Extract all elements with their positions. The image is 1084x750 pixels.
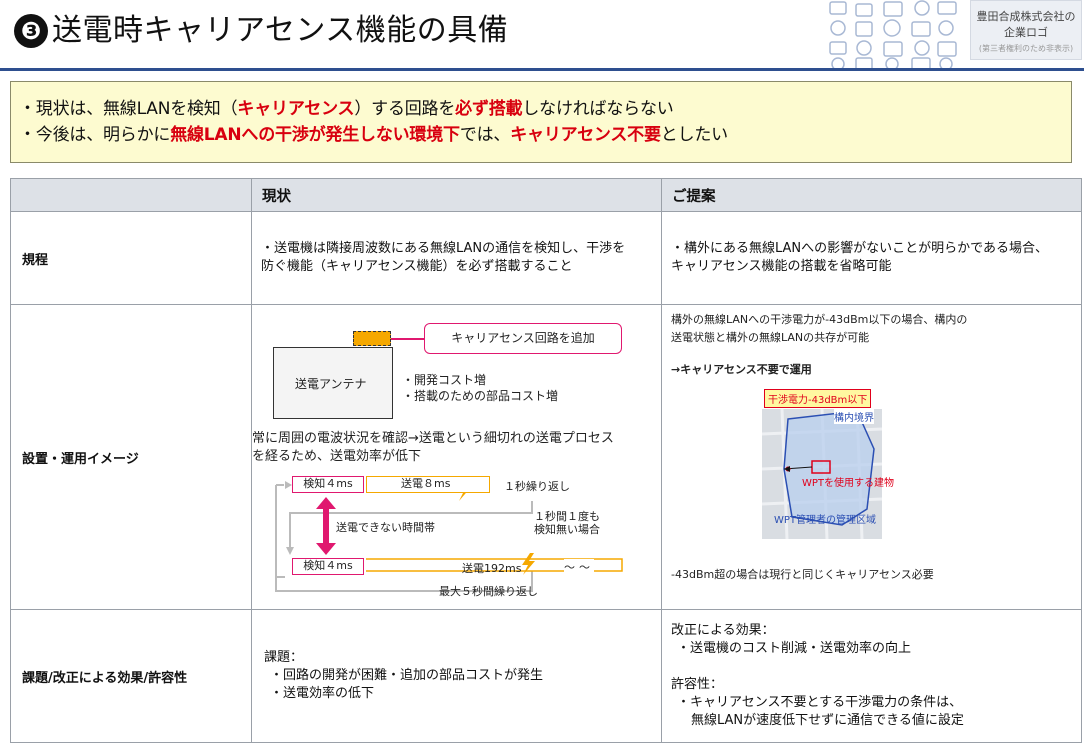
summary-box: ・現状は、無線LANを検知（キャリアセンス）する回路を必ず搭載しなければならない… (10, 81, 1072, 163)
efficiency-desc-1: 常に周囲の電波状況を確認→送電という細切れの送電プロセス (252, 431, 614, 446)
table-header-row: 現状 ご提案 (10, 178, 1082, 212)
install-proposal-arrow: →キャリアセンス不要で運用 (671, 363, 812, 376)
callout-connector (391, 338, 424, 340)
no-send-period-label: 送電できない時間帯 (336, 521, 435, 534)
map-area-label: WPT管理者の管理区域 (774, 515, 877, 526)
table-row-install: 設置・運用イメージ 送電アンテナ キャリアセンス回路を追加 ・開発コスト増 ・搭… (10, 304, 1082, 610)
break-mark: 〜〜 (564, 559, 594, 575)
install-proposal-text-1: 構外の無線LANへの干渉電力が-43dBm以下の場合、構内の (671, 313, 968, 326)
row-label-install: 設置・運用イメージ (10, 304, 252, 610)
map-boundary-label: 構内境界 (834, 409, 874, 424)
page-title: 送電時キャリアセンス機能の具備 (52, 13, 509, 48)
carrier-sense-module (353, 331, 391, 346)
install-proposal-text-2: 送電状態と構外の無線LANの共存が可能 (671, 331, 870, 344)
summary-line-1: ・現状は、無線LANを検知（キャリアセンス）する回路を必ず搭載しなければならない (19, 99, 674, 119)
table-row-regulation: 規程 ・送電機は隣接周波数にある無線LANの通信を検知し、干渉を 防ぐ機能（キャ… (10, 211, 1082, 305)
table-header-empty (10, 178, 252, 212)
decorative-icons (829, 0, 957, 71)
regulation-proposal-cell: ・構外にある無線LANへの影響がないことが明らかである場合、 キャリアセンス機能… (661, 211, 1082, 305)
detect-4ms-box-2: 検知４ms (292, 558, 364, 575)
issues-current-cell: 課題： ・回路の開発が困難・追加の部品コストが発生 ・送電効率の低下 (251, 609, 662, 743)
cost-note-1: ・開発コスト増 (402, 373, 487, 387)
issues-proposal-cell: 改正による効果： ・送電機のコスト削減・送電効率の向上 許容性： ・キャリアセン… (661, 609, 1082, 743)
cost-note-2: ・搭載のための部品コスト増 (402, 389, 559, 403)
logo-line2: 企業ロゴ (1004, 26, 1048, 39)
title-number-badge: ❸ (14, 14, 48, 48)
add-circuit-callout: キャリアセンス回路を追加 (424, 323, 622, 354)
header-divider (0, 68, 1084, 71)
row-label-issues: 課題/改正による効果/許容性 (10, 609, 252, 743)
detect-4ms-box-1: 検知４ms (292, 476, 364, 493)
logo-note: (第三者権利のため非表示) (978, 44, 1074, 53)
map-building-label: WPTを使用する建物 (802, 478, 895, 489)
comparison-table: 現状 ご提案 規程 ・送電機は隣接周波数にある無線LANの通信を検知し、干渉を … (10, 178, 1082, 743)
send-192ms-label: 送電192ms (462, 562, 522, 575)
install-current-cell: 送電アンテナ キャリアセンス回路を追加 ・開発コスト増 ・搭載のための部品コスト… (251, 304, 662, 610)
column-header-current: 現状 (251, 178, 662, 212)
company-logo-placeholder: 豊田合成株式会社の 企業ロゴ (第三者権利のため非表示) (970, 0, 1082, 60)
install-proposal-cell: 構外の無線LANへの干渉電力が-43dBm以下の場合、構内の 送電状態と構外の無… (661, 304, 1082, 610)
summary-line-2: ・今後は、明らかに無線LANへの干渉が発生しない環境下では、キャリアセンス不要と… (19, 125, 728, 145)
map-interference-label: 干渉電力-43dBm以下 (764, 389, 872, 408)
repeat-1s-label: １秒繰り返し (504, 480, 570, 493)
repeat-5s-label: 最大５秒間繰り返し (439, 585, 538, 598)
no-detect-note-2: 検知無い場合 (534, 523, 600, 536)
regulation-current-cell: ・送電機は隣接周波数にある無線LANの通信を検知し、干渉を 防ぐ機能（キャリアセ… (251, 211, 662, 305)
row-label-regulation: 規程 (10, 211, 252, 305)
antenna-label: 送電アンテナ (295, 377, 367, 391)
operation-diagram: 送電アンテナ キャリアセンス回路を追加 ・開発コスト増 ・搭載のための部品コスト… (252, 305, 662, 609)
efficiency-desc-2: を経るため、送電効率が低下 (252, 449, 422, 464)
table-row-issues: 課題/改正による効果/許容性 課題： ・回路の開発が困難・追加の部品コストが発生… (10, 609, 1082, 743)
column-header-proposal: ご提案 (661, 178, 1082, 212)
logo-line1: 豊田合成株式会社の (976, 10, 1076, 23)
send-8ms-box: 送電８ms (366, 476, 490, 493)
install-proposal-bottom: -43dBm超の場合は現行と同じくキャリアセンス必要 (671, 568, 934, 581)
